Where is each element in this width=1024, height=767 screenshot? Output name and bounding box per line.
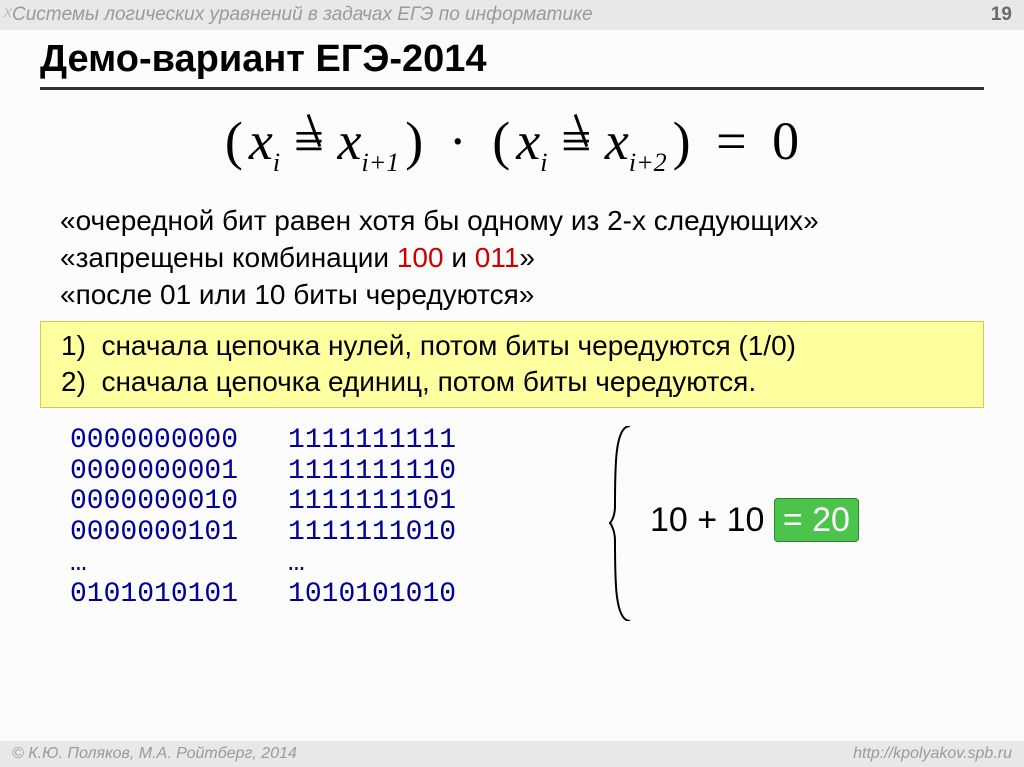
bits-row: 0000000010: [70, 487, 238, 518]
bits-row: …: [288, 549, 456, 580]
topic: Системы логических уравнений в задачах Е…: [12, 0, 593, 30]
page-number: 19: [991, 0, 1012, 30]
statement-1: «очередной бит равен хотя бы одному из 2…: [60, 205, 984, 237]
result: 10 + 10 = 20: [650, 501, 859, 540]
bits-row: 0000000001: [70, 457, 238, 488]
formula: (xi ≡ xi+1) · (xi ≡ xi+2) = 0: [0, 110, 1024, 178]
slide-title: Демо-вариант ЕГЭ-2014: [40, 38, 984, 90]
statement-3: «после 01 или 10 биты чередуются»: [60, 279, 984, 311]
bits-row: 0000000000: [70, 426, 238, 457]
bits-row: 1111111111: [288, 426, 456, 457]
body: «очередной бит равен хотя бы одному из 2…: [40, 200, 984, 611]
footer: © К.Ю. Поляков, М.А. Ройтберг, 2014 http…: [0, 741, 1024, 767]
statement-2: «запрещены комбинации 100 и 011»: [60, 242, 984, 274]
bits-col-left: 0000000000 0000000001 0000000010 0000000…: [70, 426, 238, 611]
bits-row: …: [70, 549, 238, 580]
bits-row: 1111111110: [288, 457, 456, 488]
bits-col-right: 1111111111 1111111110 1111111101 1111111…: [288, 426, 456, 611]
bits-row: 1010101010: [288, 580, 456, 611]
bits-area: 0000000000 0000000001 0000000010 0000000…: [70, 426, 984, 611]
highlight-box: 1) сначала цепочка нулей, потом биты чер…: [40, 321, 984, 408]
footer-url: http://kpolyakov.spb.ru: [853, 741, 1012, 767]
bits-row: 0101010101: [70, 580, 238, 611]
curly-brace-icon: [600, 426, 640, 621]
bits-row: 0000000101: [70, 518, 238, 549]
answer-badge: = 20: [774, 498, 859, 542]
bits-row: 1111111010: [288, 518, 456, 549]
bits-row: 1111111101: [288, 487, 456, 518]
copyright: © К.Ю. Поляков, М.А. Ройтберг, 2014: [12, 741, 297, 767]
top-bar: Системы логических уравнений в задачах Е…: [0, 0, 1024, 30]
